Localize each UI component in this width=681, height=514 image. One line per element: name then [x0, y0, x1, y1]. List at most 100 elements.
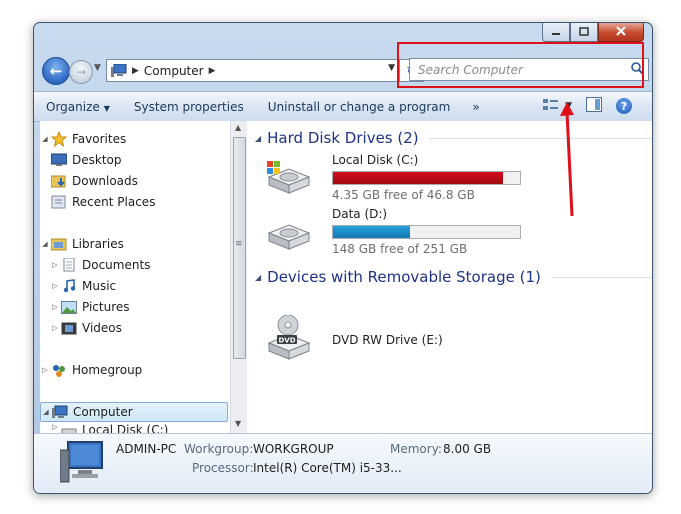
system-properties-button[interactable]: System properties	[122, 100, 256, 114]
scroll-up-icon[interactable]: ▲	[235, 123, 241, 132]
collapse-triangle-icon[interactable]: ◢	[255, 134, 261, 143]
drive-name: Local Disk (C:)	[332, 153, 419, 167]
maximize-button[interactable]	[570, 23, 598, 42]
expand-triangle-icon[interactable]: ▷	[50, 282, 60, 290]
nav-item-desktop[interactable]: Desktop	[50, 150, 238, 170]
recent-places-icon	[50, 194, 68, 210]
details-pane: ADMIN-PC Workgroup: WORKGROUP Memory: 8.…	[34, 433, 652, 493]
computer-icon	[51, 404, 69, 420]
breadcrumb-separator-icon[interactable]: ▶	[209, 66, 216, 76]
videos-icon	[60, 320, 78, 336]
group-title: Hard Disk Drives (2)	[267, 129, 419, 147]
expand-triangle-icon[interactable]: ▷	[50, 324, 60, 332]
pictures-icon	[60, 299, 78, 315]
maximize-icon	[579, 26, 589, 39]
expand-triangle-icon[interactable]: ▷	[50, 303, 60, 311]
organize-menu[interactable]: Organize ▼	[34, 100, 122, 114]
explorer-window: ← → ▼ ▶ Computer ▶ ▼ ↻ Organize▼ Sy	[33, 22, 653, 494]
nav-label: Desktop	[72, 153, 122, 167]
nav-item-downloads[interactable]: Downloads	[50, 171, 238, 191]
computer-large-icon	[59, 440, 104, 487]
memory-label: Memory:	[390, 442, 442, 456]
nav-label: Downloads	[72, 174, 138, 188]
processor-value: Intel(R) Core(TM) i5-33...	[253, 461, 402, 475]
hard-disk-icon	[265, 215, 311, 254]
group-divider	[550, 276, 652, 278]
collapse-triangle-icon[interactable]: ◢	[41, 408, 51, 416]
collapse-triangle-icon[interactable]: ◢	[255, 273, 261, 282]
computer-icon	[111, 63, 127, 77]
drive-item-e[interactable]: DVD DVD RW Drive (E:)	[247, 295, 647, 360]
dvd-badge: DVD	[278, 337, 295, 345]
nav-item-videos[interactable]: ▷ Videos	[50, 318, 238, 338]
libraries-icon	[50, 236, 68, 252]
collapse-triangle-icon[interactable]: ◢	[40, 240, 50, 248]
nav-item-computer[interactable]: ◢ Computer	[40, 402, 228, 422]
documents-icon	[60, 257, 78, 273]
breadcrumb-separator-icon[interactable]: ▶	[132, 66, 139, 76]
nav-item-recent-places[interactable]: Recent Places	[50, 192, 238, 212]
nav-item-favorites[interactable]: ◢ Favorites	[40, 129, 228, 149]
expand-triangle-icon[interactable]: ▷	[50, 261, 60, 269]
organize-label: Organize	[46, 99, 100, 114]
group-title: Devices with Removable Storage (1)	[267, 268, 541, 286]
nav-label: Documents	[82, 258, 151, 272]
nav-item-libraries[interactable]: ◢ Libraries	[40, 234, 228, 254]
nav-label: Pictures	[82, 300, 130, 314]
drive-item-c[interactable]: Local Disk (C:) 4.35 GB free of 46.8 GB	[247, 151, 647, 203]
expand-triangle-icon[interactable]: ▷	[40, 366, 50, 374]
dvd-drive-icon: DVD	[265, 314, 311, 364]
chevron-down-icon: ▼	[103, 103, 110, 113]
history-dropdown-icon[interactable]: ▼	[94, 63, 101, 73]
hard-disk-windows-icon	[265, 159, 311, 198]
scrollbar-grip-icon: ≡	[235, 239, 243, 249]
drive-d-usage-bar	[332, 225, 521, 239]
nav-label: Computer	[73, 405, 133, 419]
collapse-triangle-icon[interactable]: ◢	[40, 135, 50, 143]
close-button[interactable]	[598, 23, 644, 42]
scroll-down-icon[interactable]: ▼	[235, 419, 241, 428]
drive-name: Data (D:)	[332, 207, 388, 221]
back-arrow-icon: ←	[49, 62, 63, 80]
nav-label: Local Disk (C:)	[82, 423, 169, 433]
back-button[interactable]: ←	[42, 57, 70, 85]
music-icon	[60, 278, 78, 294]
navigation-scrollbar[interactable]: ▲ ≡ ▼	[230, 121, 247, 433]
address-dropdown-icon[interactable]: ▼	[388, 63, 395, 73]
nav-label: Favorites	[72, 132, 127, 146]
preview-pane-icon[interactable]	[586, 97, 602, 115]
downloads-folder-icon	[50, 173, 68, 189]
more-commands-button[interactable]: »	[462, 100, 489, 114]
nav-item-music[interactable]: ▷ Music	[50, 276, 238, 296]
nav-item-local-disk[interactable]: ▷ Local Disk (C:)	[50, 423, 238, 433]
nav-label: Homegroup	[72, 363, 143, 377]
drive-c-usage-fill	[333, 172, 503, 184]
navigation-pane: ◢ Favorites Desktop Downloads Recent Pla…	[40, 121, 230, 433]
group-header-hard-disks[interactable]: ◢ Hard Disk Drives (2)	[255, 129, 652, 147]
group-header-removable[interactable]: ◢ Devices with Removable Storage (1)	[255, 268, 652, 286]
help-icon[interactable]: ?	[616, 98, 632, 114]
homegroup-icon	[50, 362, 68, 378]
close-icon	[616, 25, 626, 39]
nav-label: Libraries	[72, 237, 124, 251]
nav-item-documents[interactable]: ▷ Documents	[50, 255, 238, 275]
address-bar[interactable]: ▶ Computer ▶ ▼	[106, 59, 400, 82]
nav-item-homegroup[interactable]: ▷ Homegroup	[40, 360, 228, 380]
workgroup-value: WORKGROUP	[253, 442, 334, 456]
forward-button[interactable]: →	[69, 60, 93, 84]
minimize-icon	[551, 26, 561, 39]
star-icon	[50, 131, 68, 147]
nav-label: Music	[82, 279, 117, 293]
nav-item-pictures[interactable]: ▷ Pictures	[50, 297, 238, 317]
expand-triangle-icon[interactable]: ▷	[50, 423, 60, 431]
minimize-button[interactable]	[542, 23, 570, 42]
processor-label: Processor:	[192, 461, 254, 475]
annotation-arrow-icon	[560, 102, 574, 217]
group-divider	[428, 137, 652, 139]
local-disk-icon	[60, 423, 78, 433]
desktop-icon	[50, 152, 68, 168]
drive-item-d[interactable]: Data (D:) 148 GB free of 251 GB	[247, 207, 647, 259]
breadcrumb-computer[interactable]: Computer	[144, 64, 204, 78]
drive-d-usage-fill	[333, 226, 410, 238]
uninstall-program-button[interactable]: Uninstall or change a program	[256, 100, 463, 114]
